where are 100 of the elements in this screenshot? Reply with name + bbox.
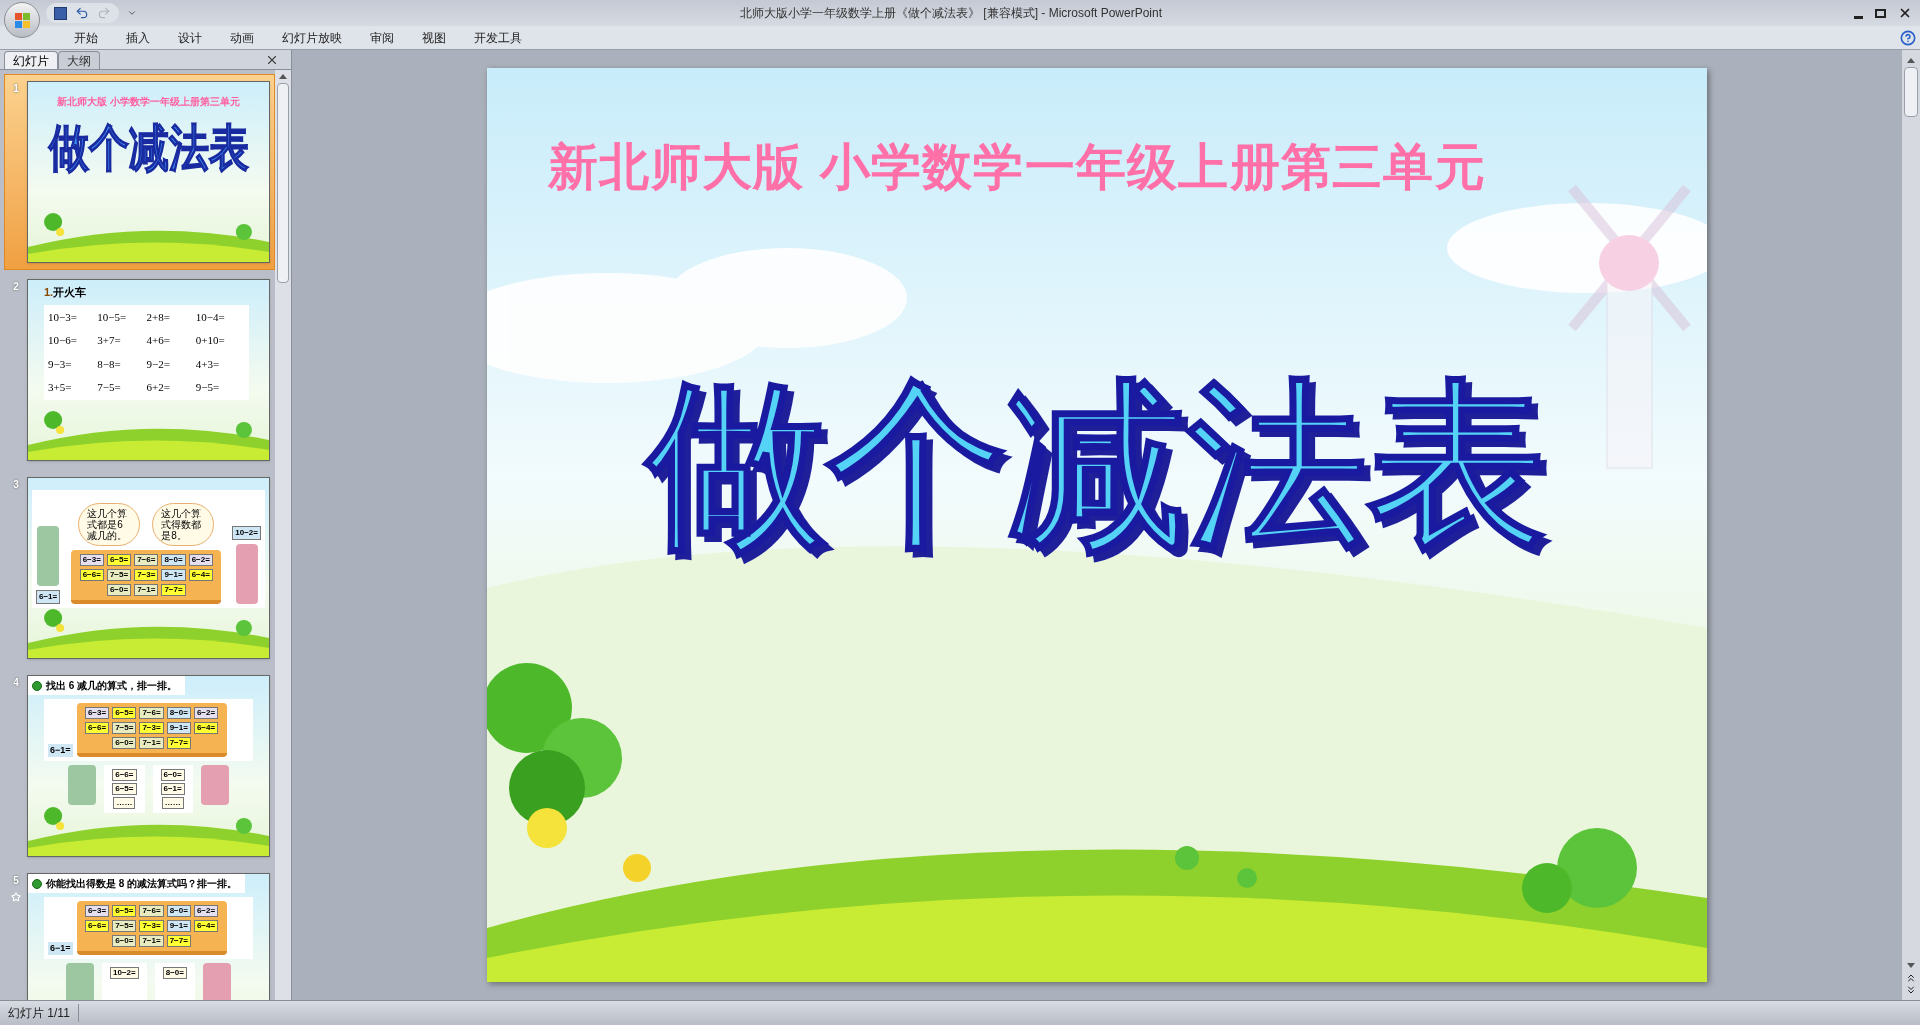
list-entry: 6−1= <box>160 783 185 795</box>
equation-card: 6−0= <box>106 584 132 596</box>
equation-card: 7−1= <box>139 935 164 947</box>
equation-card: 6−6= <box>79 569 104 581</box>
slide-heading: 开火车 <box>53 285 87 300</box>
held-card: 6−1= <box>48 941 73 955</box>
equation-card: 6−6= <box>84 722 110 734</box>
slide-number: 3 <box>13 478 19 492</box>
list-entry: 6−6= <box>112 769 137 781</box>
scrollbar-thumb[interactable] <box>277 83 289 283</box>
equation-text: 7−5= <box>97 380 122 395</box>
ribbon-tab[interactable]: 开发工具 <box>460 28 536 47</box>
slide-thumbnail[interactable]: 你能找出得数是 8 的减法算式吗？排一排。 6−1= 6−3= 6−5= 7−6= 8−0= 6−2= 6−6= 7−5= 7−3= 9−1= 6−4= 6−0= 7−1= 7−7= 10−2= 8−0= <box>27 873 270 1000</box>
equation-card: 7−5= <box>112 920 137 932</box>
equation-text: 3+5= <box>48 380 73 395</box>
next-slide-icon[interactable] <box>1905 984 1917 996</box>
help-icon[interactable] <box>1900 29 1916 46</box>
list-entry: …… <box>161 797 184 809</box>
customize-icon[interactable] <box>127 8 137 18</box>
ribbon-tab[interactable]: 设计 <box>164 28 216 47</box>
panel-tab[interactable]: 幻灯片 <box>4 51 58 69</box>
equation-card: 7−3= <box>139 722 164 734</box>
flower-drawing <box>623 854 651 882</box>
bullet-icon <box>32 878 42 889</box>
equation-card: 7−1= <box>139 737 164 749</box>
equation-card: 8−0= <box>166 707 191 719</box>
slide-title: 做个减法表 <box>48 119 249 175</box>
slide-thumbnail-row[interactable]: 1 新北师大版 小学数学一年级上册第三单元 做个减法表 <box>4 74 275 270</box>
person-placeholder <box>68 765 97 805</box>
held-card: 10−2= <box>232 526 261 540</box>
equation-text: 10−4= <box>195 309 226 325</box>
slide-thumbnail[interactable]: 新北师大版 小学数学一年级上册第三单元 做个减法表 <box>27 81 270 263</box>
office-button[interactable] <box>4 2 40 38</box>
scroll-down-icon[interactable] <box>1907 963 1915 968</box>
slide-subtitle: 新北师大版 小学数学一年级上册第三单元 <box>57 95 240 109</box>
equation-card: 6−6= <box>84 920 110 932</box>
equation-card: 8−0= <box>166 905 191 917</box>
held-card: 6−1= <box>36 590 61 604</box>
equation-text: 3+7= <box>97 333 122 348</box>
equation-card: 7−3= <box>139 920 164 932</box>
slide-thumbnail[interactable]: 6−1= 这几个算式都是6减几的。 这几个算式得数都是8。 6−3= 6−5= 7−6= 8−0= 6−2= 6−6= 7−5= 7−3= 9−1= 6−4= 6−0= 7−1= 7−7= 10−2= <box>27 477 270 659</box>
equation-card: 9−1= <box>166 920 191 932</box>
equation-card: 7−6= <box>139 707 164 719</box>
person-placeholder <box>202 963 231 1000</box>
equation-text: 10−6= <box>48 333 78 348</box>
held-card: 6−1= <box>48 743 73 757</box>
scroll-up-icon[interactable] <box>1907 58 1915 63</box>
minimize-icon[interactable] <box>1854 15 1863 19</box>
ribbon-tab[interactable]: 视图 <box>408 28 460 47</box>
equation-text: 0+10= <box>195 333 226 348</box>
slide-thumbnail-row[interactable]: 4 找出 6 减几的算式，排一排。 6−1= 6−3= 6−5= 7−6= 8−0= 6−2= 6−6= 7−5= 7−3= 9−1= 6−4= 6−0= 7−1= 7−7= 6−6= 6−5= …… 6−0= 6−1= …… <box>4 668 275 864</box>
slide-thumbnail-row[interactable]: 3 6−1= 这几个算式都是6减几的。 这几个算式得数都是8。 6−3= 6−5= 7−6= 8−0= 6−2= 6−6= 7−5= 7−3= 9−1= 6−4= 6−0= 7−1= 7−7= 10−2= <box>4 470 275 666</box>
ribbon-tab[interactable]: 插入 <box>112 28 164 47</box>
equation-card: 6−3= <box>79 554 104 566</box>
close-icon[interactable] <box>265 53 279 67</box>
scroll-up-icon[interactable] <box>279 74 287 79</box>
equation-card: 6−2= <box>193 905 219 917</box>
window-title: 北师大版小学一年级数学上册《做个减法表》 [兼容模式] - Microsoft PowerPoint <box>740 5 1163 22</box>
scrollbar[interactable] <box>1902 50 1920 1000</box>
panel-tab[interactable]: 大纲 <box>58 51 100 69</box>
equation-text: 2+8= <box>146 309 171 325</box>
equation-card: 7−5= <box>112 722 137 734</box>
scrollbar[interactable] <box>275 70 291 1000</box>
speech-bubble: 这几个算式都是6减几的。 <box>78 503 141 546</box>
save-icon[interactable] <box>54 6 67 20</box>
person-placeholder <box>37 526 60 586</box>
scrollbar-thumb[interactable] <box>1904 67 1918 117</box>
equation-card: 7−7= <box>161 584 186 596</box>
undo-icon[interactable] <box>75 6 89 20</box>
equation-card: 6−3= <box>84 707 110 719</box>
equation-card: 6−4= <box>193 920 219 932</box>
equation-card: 7−5= <box>106 569 132 581</box>
ribbon-tab[interactable]: 动画 <box>216 28 268 47</box>
equation-card: 6−5= <box>112 707 137 719</box>
equation-card: 7−6= <box>139 905 164 917</box>
slide-thumbnail[interactable]: 1.开火车 10−3= 10−5= 2+8= 10−4= 10−6= 3+7= 4+6= 0+10= 9−3= 8−8= 9−2= 4+3= 3+5= 7−5= 6+2= 9−5= <box>27 279 270 461</box>
slide-thumbnail-row[interactable]: 5 你能找出得数是 8 的减法算式吗？排一排。 6−1= 6−3= 6−5= 7−6= 8−0= 6−2= 6−6= 7−5= 7−3= 9−1= 6−4= 6−0= 7−1= 7−7= 10−2= 8−0= <box>4 866 275 1000</box>
restore-icon[interactable] <box>1875 8 1886 18</box>
list-entry: …… <box>113 797 136 809</box>
equation-card: 8−0= <box>161 554 186 566</box>
equation-text: 10−3= <box>48 309 78 325</box>
previous-slide-icon[interactable] <box>1905 972 1917 984</box>
ribbon-tab[interactable]: 开始 <box>60 28 112 47</box>
ribbon-tab[interactable]: 审阅 <box>356 28 408 47</box>
equation-card: 7−7= <box>166 935 191 947</box>
equation-card: 6−3= <box>84 905 110 917</box>
equation-card: 7−3= <box>134 569 159 581</box>
slide-thumbnail-row[interactable]: 2 1.开火车 10−3= 10−5= 2+8= 10−4= 10−6= 3+7= 4+6= 0+10= 9−3= 8−8= 9−2= 4+3= 3+5= 7−5= 6+2= 9−5= <box>4 272 275 468</box>
equation-card: 6−4= <box>188 569 213 581</box>
close-icon[interactable] <box>1898 6 1912 20</box>
ribbon-tab[interactable]: 幻灯片放映 <box>268 28 356 47</box>
equation-card: 6−4= <box>193 722 219 734</box>
slide-thumbnail[interactable]: 找出 6 减几的算式，排一排。 6−1= 6−3= 6−5= 7−6= 8−0= 6−2= 6−6= 7−5= 7−3= 9−1= 6−4= 6−0= 7−1= 7−7= 6−6= 6−5= …… 6−0= 6−1= …… <box>27 675 270 857</box>
slide-number: 2 <box>13 280 19 294</box>
slide-number: 4 <box>13 676 19 690</box>
equation-card: 6−2= <box>188 554 213 566</box>
list-entry: 6−0= <box>160 769 185 781</box>
equation-card: 7−7= <box>166 737 191 749</box>
list-entry: 8−0= <box>162 967 187 979</box>
equation-card: 6−2= <box>193 707 219 719</box>
